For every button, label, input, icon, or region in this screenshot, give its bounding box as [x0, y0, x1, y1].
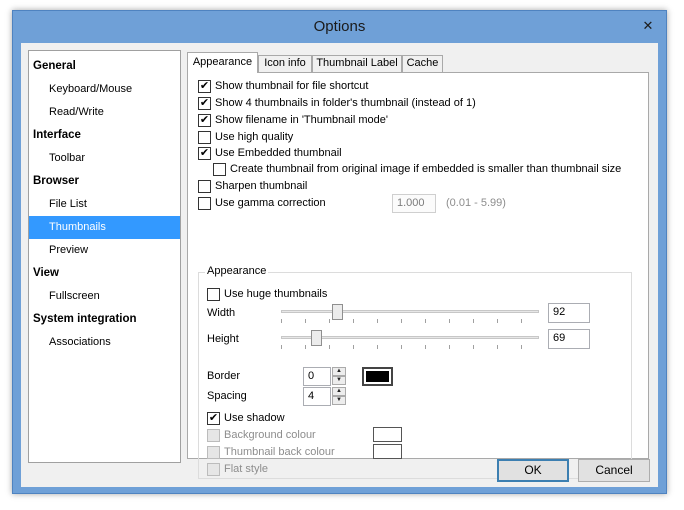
border-value-input[interactable]: 0 [303, 367, 331, 386]
show-thumb-shortcut-option[interactable]: ✔ Show thumbnail for file shortcut [198, 80, 368, 95]
tab-icon-info[interactable]: Icon info [258, 55, 312, 72]
high-quality-option[interactable]: Use high quality [198, 131, 293, 146]
width-slider-thumb[interactable] [332, 304, 343, 320]
height-value-input[interactable]: 69 [548, 329, 590, 349]
sidebar-item-interface[interactable]: Interface [29, 124, 180, 147]
width-slider-track [281, 310, 539, 313]
spacing-spin-down-button[interactable]: ▼ [332, 396, 346, 405]
width-slider[interactable] [281, 304, 539, 323]
thumb-back-colour-label: Thumbnail back colour [224, 446, 335, 458]
background-colour-label: Background colour [224, 429, 316, 441]
thumb-back-colour-swatch[interactable] [373, 444, 402, 459]
create-from-original-label: Create thumbnail from original image if … [230, 163, 622, 175]
height-label: Height [207, 333, 239, 345]
sharpen-option[interactable]: Sharpen thumbnail [198, 180, 307, 195]
use-shadow-label: Use shadow [224, 412, 285, 424]
sidebar-item-browser[interactable]: Browser [29, 170, 180, 193]
close-button[interactable]: ✕ [636, 15, 660, 37]
sidebar-item-view[interactable]: View [29, 262, 180, 285]
show-4-thumbs-label: Show 4 thumbnails in folder's thumbnail … [215, 97, 476, 109]
flat-style-option[interactable]: Flat style [207, 463, 268, 478]
height-slider-thumb[interactable] [311, 330, 322, 346]
thumb-back-colour-option[interactable]: Thumbnail back colour [207, 446, 335, 461]
spacing-spin-up-button[interactable]: ▲ [332, 387, 346, 396]
background-colour-checkbox[interactable] [207, 429, 220, 442]
appearance-tab-panel: ✔ Show thumbnail for file shortcut ✔ Show … [187, 72, 649, 479]
cancel-button[interactable]: Cancel [578, 459, 650, 482]
use-embedded-checkbox[interactable]: ✔ [198, 147, 211, 160]
show-thumb-shortcut-label: Show thumbnail for file shortcut [215, 80, 369, 92]
sidebar-item-system-integration[interactable]: System integration [29, 308, 180, 331]
height-slider-ticks [281, 345, 539, 349]
huge-thumbs-option[interactable]: Use huge thumbnails [207, 288, 327, 303]
show-filename-checkbox[interactable]: ✔ [198, 114, 211, 127]
border-colour-swatch [366, 371, 389, 382]
border-label: Border [207, 370, 241, 382]
high-quality-checkbox[interactable] [198, 131, 211, 144]
thumb-back-colour-checkbox[interactable] [207, 446, 220, 459]
spacing-label: Spacing [207, 390, 247, 402]
title-bar[interactable]: Options ✕ [13, 11, 666, 43]
show-thumb-shortcut-checkbox[interactable]: ✔ [198, 80, 211, 93]
use-shadow-checkbox[interactable]: ✔ [207, 412, 220, 425]
dialog-client-area: General Keyboard/Mouse Read/Write Interf… [21, 43, 658, 487]
tab-cache[interactable]: Cache [402, 55, 443, 72]
show-filename-label: Show filename in 'Thumbnail mode' [215, 114, 388, 126]
sharpen-checkbox[interactable] [198, 180, 211, 193]
window-title: Options [313, 18, 366, 35]
spacing-value-input[interactable]: 4 [303, 387, 331, 406]
options-window: Options ✕ General Keyboard/Mouse Read/Wr… [12, 10, 667, 494]
sidebar-item-keyboard-mouse[interactable]: Keyboard/Mouse [29, 78, 180, 101]
ok-button[interactable]: OK [497, 459, 569, 482]
use-embedded-label: Use Embedded thumbnail [215, 147, 342, 159]
sidebar-item-fullscreen[interactable]: Fullscreen [29, 285, 180, 308]
sidebar-item-associations[interactable]: Associations [29, 331, 180, 354]
create-from-original-option[interactable]: Create thumbnail from original image if … [213, 163, 621, 178]
sidebar-item-toolbar[interactable]: Toolbar [29, 147, 180, 170]
gamma-checkbox[interactable] [198, 197, 211, 210]
huge-thumbs-label: Use huge thumbnails [224, 288, 328, 300]
high-quality-label: Use high quality [215, 131, 294, 143]
use-embedded-option[interactable]: ✔ Use Embedded thumbnail [198, 147, 342, 162]
sidebar-item-file-list[interactable]: File List [29, 193, 180, 216]
huge-thumbs-checkbox[interactable] [207, 288, 220, 301]
sidebar-item-preview[interactable]: Preview [29, 239, 180, 262]
appearance-group-title: Appearance [205, 265, 269, 277]
flat-style-checkbox[interactable] [207, 463, 220, 476]
gamma-option[interactable]: Use gamma correction [198, 197, 326, 212]
gamma-value-input[interactable]: 1.000 [392, 194, 436, 213]
background-colour-swatch[interactable] [373, 427, 402, 442]
flat-style-label: Flat style [224, 463, 269, 475]
use-shadow-option[interactable]: ✔ Use shadow [207, 412, 285, 427]
tab-thumbnail-label[interactable]: Thumbnail Label [312, 55, 402, 72]
sharpen-label: Sharpen thumbnail [215, 180, 308, 192]
sidebar-item-general[interactable]: General [29, 55, 180, 78]
border-spin-up-button[interactable]: ▲ [332, 367, 346, 376]
show-4-thumbs-checkbox[interactable]: ✔ [198, 97, 211, 110]
background-colour-option[interactable]: Background colour [207, 429, 316, 444]
show-4-thumbs-option[interactable]: ✔ Show 4 thumbnails in folder's thumbnail… [198, 97, 476, 112]
options-category-tree[interactable]: General Keyboard/Mouse Read/Write Interf… [28, 50, 181, 463]
gamma-label: Use gamma correction [215, 197, 326, 209]
tab-appearance[interactable]: Appearance [187, 52, 258, 73]
width-slider-ticks [281, 319, 539, 323]
width-value-input[interactable]: 92 [548, 303, 590, 323]
width-label: Width [207, 307, 236, 319]
sidebar-item-thumbnails[interactable]: Thumbnails [29, 216, 180, 239]
sidebar-item-read-write[interactable]: Read/Write [29, 101, 180, 124]
show-filename-option[interactable]: ✔ Show filename in 'Thumbnail mode' [198, 114, 388, 129]
border-spin-down-button[interactable]: ▼ [332, 376, 346, 385]
appearance-group: Appearance Use huge thumbnails Width 92 … [198, 265, 632, 479]
height-slider[interactable] [281, 330, 539, 349]
gamma-range-hint: (0.01 - 5.99) [446, 197, 506, 209]
border-colour-button[interactable] [362, 367, 393, 386]
create-from-original-checkbox[interactable] [213, 163, 226, 176]
